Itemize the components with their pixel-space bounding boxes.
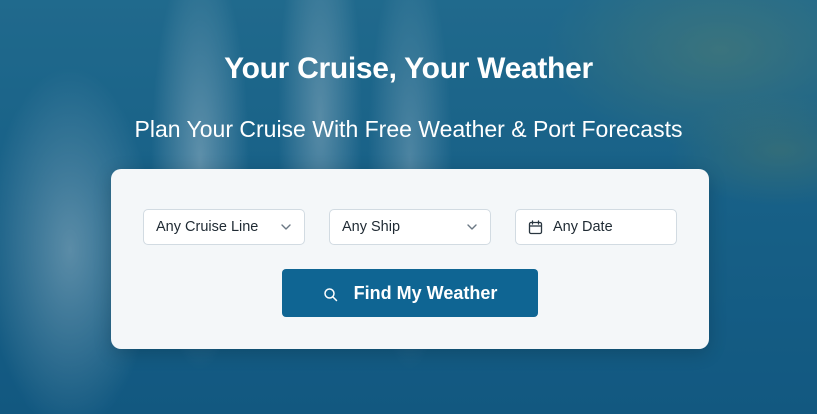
date-value: Any Date [553, 219, 613, 235]
find-my-weather-label: Find My Weather [353, 282, 498, 303]
cruise-line-value: Any Cruise Line [156, 219, 259, 235]
date-picker[interactable]: Any Date [515, 209, 677, 245]
chevron-down-icon [466, 221, 478, 233]
search-panel: Any Cruise Line Any Ship Any Date Find M… [111, 169, 709, 349]
search-icon [323, 286, 338, 301]
page-subtitle: Plan Your Cruise With Free Weather & Por… [134, 116, 683, 142]
cruise-line-select[interactable]: Any Cruise Line [143, 209, 305, 245]
ship-value: Any Ship [342, 219, 401, 235]
find-my-weather-button[interactable]: Find My Weather [282, 269, 538, 317]
page-title: Your Cruise, Your Weather [224, 52, 593, 85]
calendar-icon [528, 219, 543, 235]
ship-select[interactable]: Any Ship [329, 209, 491, 245]
chevron-down-icon [280, 221, 292, 233]
